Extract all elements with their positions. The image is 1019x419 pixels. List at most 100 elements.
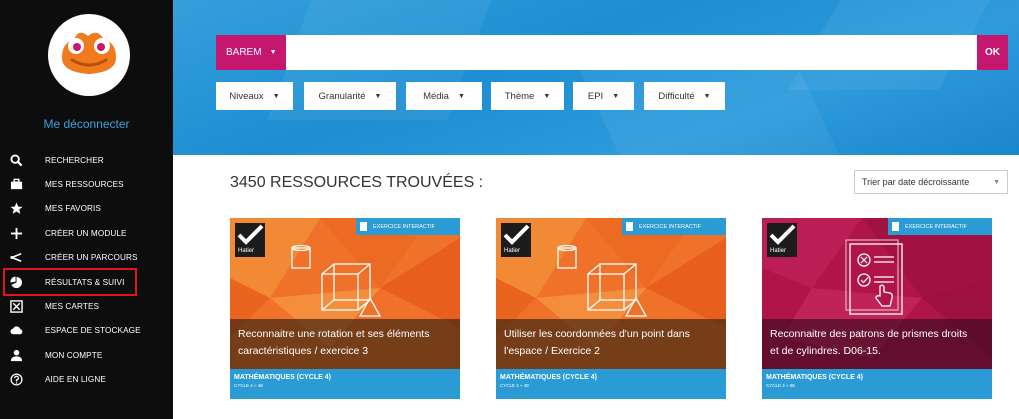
- document-icon: [626, 222, 633, 231]
- filter-theme[interactable]: Thème ▼: [491, 82, 564, 110]
- card-level: CYCLE 4 » 5E: [766, 383, 796, 388]
- card-subject: MATHÉMATIQUES (CYCLE 4): [234, 374, 331, 381]
- filter-media[interactable]: Média ▼: [406, 82, 482, 110]
- sidebar-item-label: ESPACE DE STOCKAGE: [45, 326, 141, 336]
- search-header: BAREM ▼ OK Niveaux ▼ Granularité ▼ Média…: [173, 0, 1019, 155]
- app-root: Me déconnecter RECHERCHER MES RESSOURCES…: [0, 0, 1019, 419]
- caret-down-icon: ▼: [993, 178, 1000, 186]
- briefcase-icon: [9, 178, 23, 192]
- sidebar-item-aide-en-ligne[interactable]: AIDE EN LIGNE: [0, 368, 173, 392]
- search-submit-button[interactable]: OK: [977, 35, 1008, 70]
- sidebar-item-creer-parcours[interactable]: CRÉER UN PARCOURS: [0, 246, 173, 270]
- filter-granularite[interactable]: Granularité ▼: [304, 82, 396, 110]
- card-level: CYCLE 4 » 4E: [234, 383, 264, 388]
- sort-dropdown[interactable]: Trier par date décroissante ▼: [854, 170, 1008, 194]
- sidebar-item-creer-module[interactable]: CRÉER UN MODULE: [0, 221, 173, 245]
- logout-link[interactable]: Me déconnecter: [0, 117, 173, 131]
- star-icon: [9, 202, 23, 216]
- sidebar-item-mon-compte[interactable]: MON COMPTE: [0, 343, 173, 367]
- filter-label: Niveaux: [229, 90, 264, 102]
- sidebar-item-mes-cartes[interactable]: MES CARTES: [0, 294, 173, 318]
- card-title: Utiliser les coordonnées d'un point dans…: [496, 319, 726, 369]
- caret-down-icon: ▼: [612, 92, 620, 100]
- sidebar-item-mes-ressources[interactable]: MES RESSOURCES: [0, 172, 173, 196]
- resource-card[interactable]: Hatier EXERCICE INTERACTIF Reconnaitre d…: [762, 218, 992, 399]
- resource-type-badge: EXERCICE INTERACTIF: [888, 218, 992, 235]
- sidebar-item-label: AIDE EN LIGNE: [45, 375, 106, 385]
- publisher-logo: Hatier: [501, 223, 531, 257]
- frog-logo-icon: [62, 32, 116, 74]
- filter-label: Média: [423, 90, 449, 102]
- filter-epi[interactable]: EPI ▼: [573, 82, 634, 110]
- document-icon: [360, 222, 367, 231]
- card-title-line: Utiliser les coordonnées d'un point dans: [504, 328, 690, 340]
- publisher-logo: Hatier: [235, 223, 265, 257]
- card-level: CYCLE 4 » 4E: [500, 383, 530, 388]
- sidebar-item-espace-stockage[interactable]: ESPACE DE STOCKAGE: [0, 319, 173, 343]
- sidebar-item-label: CRÉER UN MODULE: [45, 228, 127, 238]
- sidebar: Me déconnecter RECHERCHER MES RESSOURCES…: [0, 0, 173, 419]
- checkmark-icon: [503, 224, 530, 245]
- filter-difficulte[interactable]: Difficulté ▼: [644, 82, 725, 110]
- badge-label: EXERCICE INTERACTIF: [905, 223, 968, 230]
- sidebar-item-label: MES CARTES: [45, 302, 100, 312]
- sidebar-item-rechercher[interactable]: RECHERCHER: [0, 148, 173, 172]
- filter-label: Thème: [504, 90, 535, 102]
- caret-down-icon: ▼: [457, 92, 465, 100]
- sidebar-item-mes-favoris[interactable]: MES FAVORIS: [0, 197, 173, 221]
- resource-type-badge: EXERCICE INTERACTIF: [356, 218, 460, 235]
- sidebar-item-label: MES FAVORIS: [45, 204, 101, 214]
- card-title: Reconnaitre une rotation et ses éléments…: [230, 319, 460, 369]
- badge-label: EXERCICE INTERACTIF: [639, 223, 702, 230]
- results-count-title: 3450 RESSOURCES TROUVÉES :: [230, 174, 484, 191]
- app-logo[interactable]: [48, 14, 130, 96]
- publisher-name: Hatier: [238, 248, 255, 254]
- search-input[interactable]: [286, 35, 977, 70]
- search-scope-label: BAREM: [226, 47, 262, 58]
- caret-down-icon: ▼: [272, 92, 280, 100]
- card-subject: MATHÉMATIQUES (CYCLE 4): [766, 374, 863, 381]
- filter-label: Difficulté: [658, 90, 695, 102]
- sort-label: Trier par date décroissante: [862, 177, 970, 187]
- card-title-line: Reconnaitre une rotation et ses éléments: [238, 328, 430, 340]
- checkmark-icon: [769, 224, 796, 245]
- card-title-line: caractéristiques / exercice 3: [238, 345, 369, 357]
- sidebar-item-label: MON COMPTE: [45, 350, 103, 360]
- card-footer: MATHÉMATIQUES (CYCLE 4) CYCLE 4 » 5E: [762, 369, 992, 399]
- card-title-line: l'espace / Exercice 2: [504, 345, 600, 357]
- sidebar-item-resultats-suivi[interactable]: RÉSULTATS & SUIVI: [3, 267, 137, 297]
- search-icon: [9, 153, 23, 167]
- help-icon: [9, 373, 23, 387]
- filter-label: Granularité: [318, 90, 366, 102]
- resource-card[interactable]: Hatier EXERCICE INTERACTIF Reconnaitre u…: [230, 218, 460, 399]
- publisher-name: Hatier: [504, 248, 521, 254]
- search-scope-dropdown[interactable]: BAREM ▼: [216, 35, 286, 70]
- caret-down-icon: ▼: [269, 49, 277, 56]
- card-footer: MATHÉMATIQUES (CYCLE 4) CYCLE 4 » 4E: [230, 369, 460, 399]
- route-icon: [9, 251, 23, 265]
- resource-type-badge: EXERCICE INTERACTIF: [622, 218, 726, 235]
- checkmark-icon: [237, 224, 264, 245]
- search-bar: BAREM ▼ OK: [216, 35, 1008, 70]
- user-icon: [9, 348, 23, 362]
- chart-pie-icon: [9, 275, 23, 289]
- caret-down-icon: ▼: [374, 92, 382, 100]
- caret-down-icon: ▼: [703, 92, 711, 100]
- cards-icon: [9, 300, 23, 314]
- publisher-logo: Hatier: [767, 223, 797, 257]
- sidebar-item-label: RÉSULTATS & SUIVI: [45, 277, 125, 287]
- document-icon: [892, 222, 899, 231]
- resource-card[interactable]: Hatier EXERCICE INTERACTIF Utiliser les …: [496, 218, 726, 399]
- card-title: Reconnaitre des patrons de prismes droit…: [762, 319, 992, 369]
- card-title-line: Reconnaitre des patrons de prismes droit…: [770, 328, 968, 340]
- card-subject: MATHÉMATIQUES (CYCLE 4): [500, 374, 597, 381]
- filter-niveaux[interactable]: Niveaux ▼: [216, 82, 293, 110]
- sidebar-item-label: RECHERCHER: [45, 155, 104, 165]
- filter-label: EPI: [587, 90, 604, 102]
- card-title-line: et de cylindres. D06-15.: [770, 345, 881, 357]
- publisher-name: Hatier: [770, 248, 787, 254]
- cloud-icon: [9, 324, 23, 338]
- card-footer: MATHÉMATIQUES (CYCLE 4) CYCLE 4 » 4E: [496, 369, 726, 399]
- sidebar-item-label: MES RESSOURCES: [45, 180, 124, 190]
- caret-down-icon: ▼: [543, 92, 551, 100]
